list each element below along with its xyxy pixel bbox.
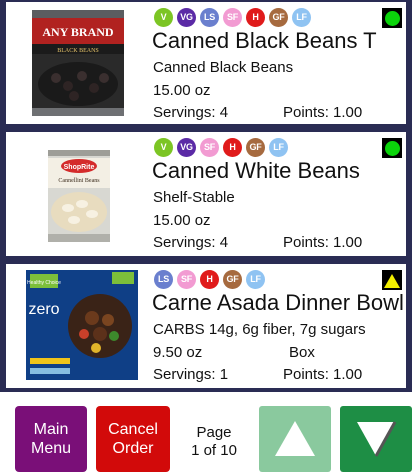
cancel-order-button[interactable]: Cancel Order <box>96 406 170 472</box>
vegan-badge: VG <box>177 138 196 157</box>
gluten-free-badge: GF <box>246 138 265 157</box>
product-size: 9.50 oz <box>153 344 203 361</box>
page-indicator: Page 1 of 10 <box>178 424 250 460</box>
green-status-dot <box>384 140 400 156</box>
product-subtitle: Canned Black Beans <box>153 59 294 76</box>
product-points: Points: 1.00 <box>283 104 363 121</box>
gluten-free-badge: GF <box>223 270 242 289</box>
low-fat-badge: LF <box>269 138 288 157</box>
product-card-black-beans[interactable]: ANY BRAND BLACK BEANS V VG LS SF H GF LF… <box>6 2 406 124</box>
low-fat-badge: LF <box>292 8 311 27</box>
product-name: Carne Asada Dinner Bowl <box>152 290 404 315</box>
carne-asada-box-image: Healthy Choice zero <box>26 270 138 380</box>
status-indicator <box>382 270 402 290</box>
sugar-free-badge: SF <box>200 138 219 157</box>
can-label-text: BLACK BEANS <box>57 48 99 54</box>
product-size: 15.00 oz <box>153 82 211 99</box>
sugar-free-badge: SF <box>223 8 242 27</box>
cancel-order-label-line2: Order <box>112 440 154 457</box>
black-beans-can-image: ANY BRAND BLACK BEANS <box>32 10 124 116</box>
can-label-text: Cannellini Beans <box>58 178 100 184</box>
product-points: Points: 1.00 <box>283 366 363 383</box>
page-label: Page <box>196 424 232 441</box>
cancel-order-label-line1: Cancel <box>108 421 158 438</box>
product-points: Points: 1.00 <box>283 234 363 251</box>
green-status-dot <box>384 10 400 26</box>
low-sodium-badge: LS <box>154 270 173 289</box>
status-indicator <box>382 138 402 158</box>
healthy-badge: H <box>200 270 219 289</box>
product-subtitle: CARBS 14g, 6g fiber, 7g sugars <box>153 321 366 338</box>
dietary-badges: V VG SF H GF LF <box>154 138 288 158</box>
status-indicator <box>382 8 402 28</box>
healthy-badge: H <box>223 138 242 157</box>
box-brand-text: Healthy Choice <box>27 280 61 286</box>
healthy-badge: H <box>246 8 265 27</box>
product-servings: Servings: 4 <box>153 104 229 121</box>
main-menu-label-line2: Menu <box>30 440 72 457</box>
scroll-down-button[interactable] <box>340 406 412 472</box>
triangle-down-icon <box>357 421 397 457</box>
product-list: ANY BRAND BLACK BEANS V VG LS SF H GF LF… <box>0 0 412 392</box>
product-name: Canned Black Beans T <box>152 28 377 53</box>
can-brand-text: ANY BRAND <box>42 25 114 39</box>
gluten-free-badge: GF <box>269 8 288 27</box>
vegetarian-badge: V <box>154 8 173 27</box>
vegan-badge: VG <box>177 8 196 27</box>
triangle-up-icon <box>275 421 315 456</box>
main-menu-label-line1: Main <box>33 421 69 438</box>
low-sodium-badge: LS <box>200 8 219 27</box>
low-fat-badge: LF <box>246 270 265 289</box>
box-label-text: zero <box>28 301 59 318</box>
yellow-warning-triangle-icon <box>384 273 400 288</box>
scroll-up-button[interactable] <box>259 406 331 472</box>
can-brand-text: ShopRite <box>64 164 95 171</box>
main-menu-button[interactable]: Main Menu <box>15 406 87 472</box>
vegetarian-badge: V <box>154 138 173 157</box>
product-size: 15.00 oz <box>153 212 211 229</box>
product-servings: Servings: 1 <box>153 366 229 383</box>
product-name: Canned White Beans <box>152 158 360 183</box>
product-servings: Servings: 4 <box>153 234 229 251</box>
product-card-carne-asada[interactable]: Healthy Choice zero LS SF H GF LF Carne … <box>6 264 406 388</box>
dietary-badges: V VG LS SF H GF LF <box>154 8 311 28</box>
product-subtitle: Shelf-Stable <box>153 189 235 206</box>
product-card-white-beans[interactable]: ShopRite Cannellini Beans V VG SF H GF L… <box>6 132 406 256</box>
product-unit: Box <box>289 344 315 361</box>
sugar-free-badge: SF <box>177 270 196 289</box>
white-beans-can-image: ShopRite Cannellini Beans <box>48 150 110 242</box>
page-value: 1 of 10 <box>191 442 237 459</box>
dietary-badges: LS SF H GF LF <box>154 270 265 290</box>
